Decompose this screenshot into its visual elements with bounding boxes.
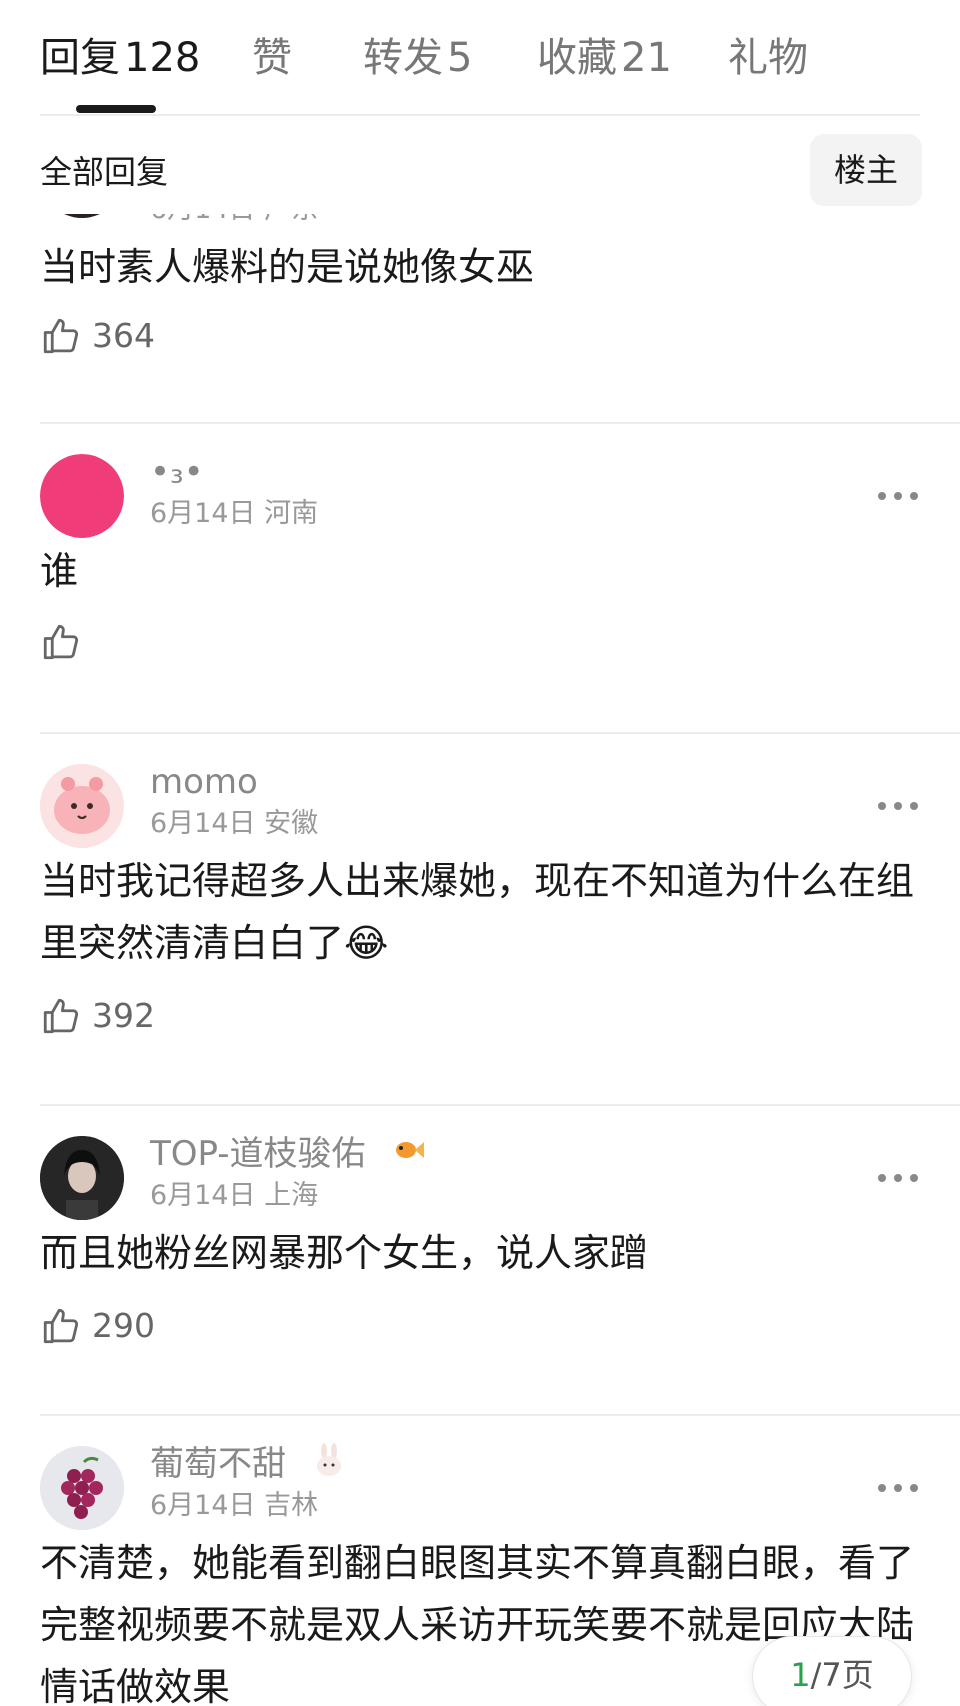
thumbs-up-icon — [40, 1305, 82, 1347]
tab-likes[interactable]: 赞 — [252, 30, 292, 86]
tab-label: 赞 — [252, 35, 292, 81]
more-options-icon[interactable] — [876, 1168, 920, 1188]
like-count: 392 — [92, 996, 155, 1035]
comment-item: TOP-道枝骏佑 6月14日 上海 而且她粉丝网暴那个女生，说人家蹭 290 — [0, 1106, 960, 1414]
photo-avatar-icon — [40, 1136, 124, 1220]
tab-label: 礼物 — [728, 35, 808, 81]
divider — [40, 114, 920, 116]
username[interactable]: 葡萄不甜 — [150, 1444, 286, 1484]
tab-gifts[interactable]: 礼物 — [728, 30, 808, 86]
comment-item: 6月14日 广东 当时素人爆料的是说她像女巫 364 — [0, 214, 960, 422]
tab-label: 收藏 — [537, 35, 617, 81]
comment-text[interactable]: 而且她粉丝网暴那个女生，说人家蹭 — [40, 1222, 920, 1284]
tab-count: 21 — [621, 35, 672, 81]
like-button[interactable]: 290 — [40, 1304, 155, 1348]
comment-meta: 6月14日 安徽 — [150, 808, 319, 839]
tab-label: 回复 — [40, 35, 120, 81]
comment-text[interactable]: 谁 — [40, 540, 920, 602]
tab-bar: 回复 128 赞 转发 5 收藏 21 礼物 — [40, 30, 920, 114]
comment-meta: 6月14日 吉林 — [150, 1490, 319, 1521]
comment-meta: 6月14日 上海 — [150, 1180, 319, 1211]
username[interactable]: momo — [150, 760, 258, 804]
more-options-icon[interactable] — [876, 486, 920, 506]
comment-text[interactable]: 当时素人爆料的是说她像女巫 — [40, 236, 920, 298]
tab-count: 128 — [124, 35, 201, 81]
like-count: 364 — [92, 316, 155, 355]
pink-circle-avatar-icon — [40, 454, 124, 538]
grapes-avatar-icon — [40, 1446, 124, 1530]
rabbit-icon — [311, 1442, 347, 1489]
thumbs-up-icon — [40, 315, 82, 357]
thumbs-up-icon — [40, 995, 82, 1037]
page-indicator[interactable]: 1/7页 — [752, 1636, 912, 1706]
comment-meta: 6月14日 河南 — [150, 498, 319, 529]
comment-meta: 6月14日 广东 — [150, 214, 318, 228]
username-row: TOP-道枝骏佑 — [150, 1132, 426, 1179]
avatar[interactable] — [40, 1446, 124, 1530]
comment-item: •₃• 6月14日 河南 谁 — [0, 424, 960, 732]
tab-label: 转发 — [363, 35, 443, 81]
tab-favorites[interactable]: 收藏 21 — [537, 30, 672, 86]
goldfish-icon — [390, 1132, 426, 1179]
tab-replies[interactable]: 回复 128 — [40, 30, 200, 86]
like-button[interactable]: 392 — [40, 994, 155, 1038]
avatar[interactable] — [40, 454, 124, 538]
avatar[interactable] — [40, 214, 124, 218]
like-count: 290 — [92, 1306, 155, 1345]
current-page: 1 — [790, 1656, 811, 1694]
more-options-icon[interactable] — [876, 796, 920, 816]
avatar[interactable] — [40, 764, 124, 848]
username[interactable]: •₃• — [150, 450, 204, 494]
owner-only-button[interactable]: 楼主 — [810, 134, 922, 206]
like-button[interactable]: 364 — [40, 314, 155, 358]
total-pages: /7页 — [810, 1656, 874, 1694]
thumbs-up-icon — [40, 621, 82, 663]
comment-item: momo 6月14日 安徽 当时我记得超多人出来爆她，现在不知道为什么在组里突然… — [0, 734, 960, 1104]
all-replies-title: 全部回复 — [40, 153, 169, 191]
avatar[interactable] — [40, 1136, 124, 1220]
username[interactable]: TOP-道枝骏佑 — [150, 1134, 366, 1174]
tab-count: 5 — [447, 35, 473, 81]
tab-reposts[interactable]: 转发 5 — [363, 30, 472, 86]
comment-list: 6月14日 广东 当时素人爆料的是说她像女巫 364 •₃• 6月14日 河南 … — [0, 214, 960, 1706]
like-button[interactable] — [40, 620, 92, 664]
cartoon-avatar-icon — [40, 764, 124, 848]
comment-text[interactable]: 当时我记得超多人出来爆她，现在不知道为什么在组里突然清清白白了😂 — [40, 850, 920, 974]
more-options-icon[interactable] — [876, 1478, 920, 1498]
username-row: 葡萄不甜 — [150, 1442, 347, 1489]
active-tab-indicator — [76, 105, 156, 113]
